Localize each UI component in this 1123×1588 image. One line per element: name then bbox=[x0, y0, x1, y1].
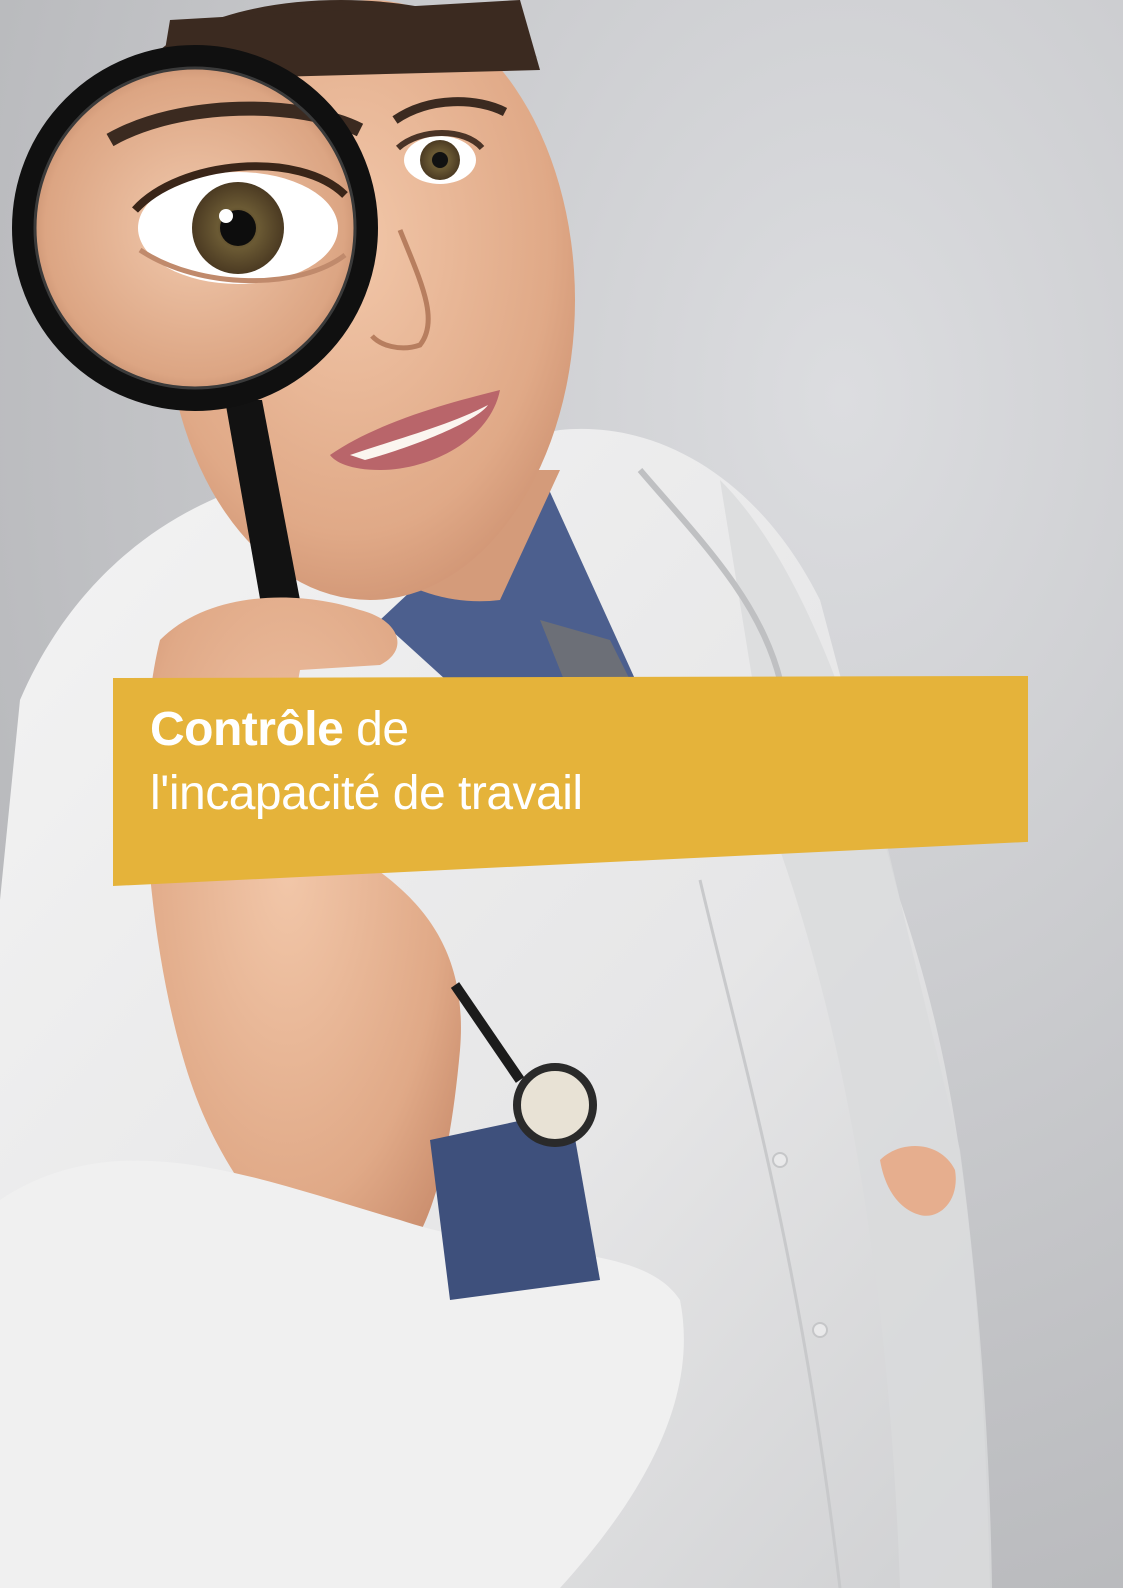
title-bold-word: Contrôle bbox=[150, 703, 344, 756]
cover-title: Contrôle de l'incapacité de travail bbox=[150, 698, 583, 826]
title-line-2: l'incapacité de travail bbox=[150, 767, 583, 820]
title-connector: de bbox=[343, 703, 409, 756]
stethoscope-chestpiece bbox=[513, 1063, 597, 1147]
title-line-1: Contrôle de bbox=[150, 698, 583, 762]
cover-page: Contrôle de l'incapacité de travail bbox=[0, 0, 1123, 1588]
